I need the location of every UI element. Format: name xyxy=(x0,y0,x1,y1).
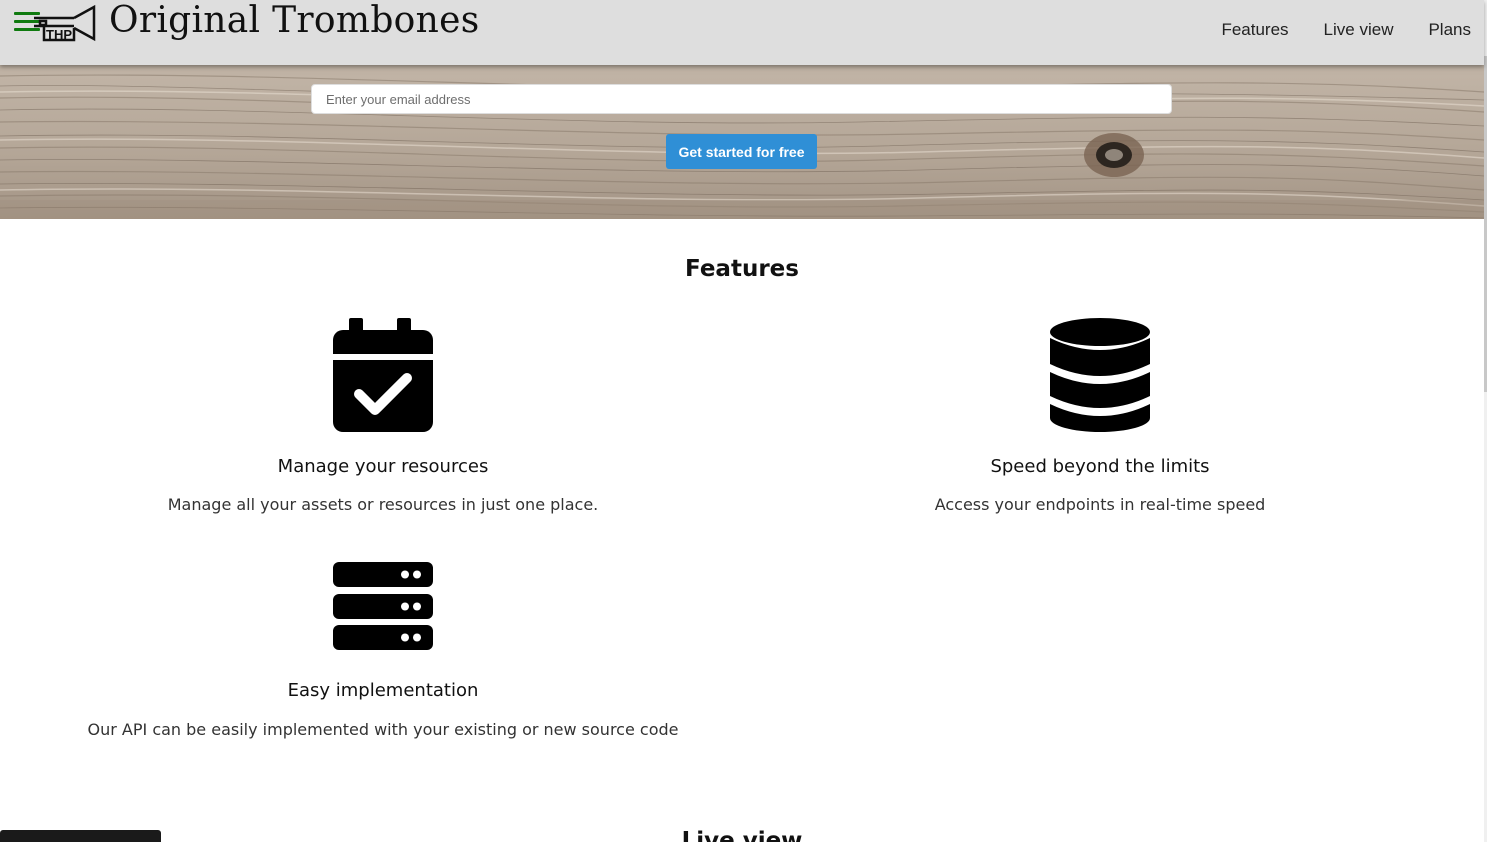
feature-title: Speed beyond the limits xyxy=(990,456,1210,477)
main-nav: Features Live view Plans xyxy=(1221,20,1471,40)
database-icon xyxy=(1050,318,1150,432)
live-view-heading: Live view xyxy=(681,828,803,842)
site-header: THP Original Trombones Features Live vie… xyxy=(0,0,1484,65)
feature-description: Access your endpoints in real-time speed xyxy=(934,495,1266,514)
feature-easy-implementation: Easy implementation Our API can be easil… xyxy=(83,562,683,742)
server-icon xyxy=(333,562,433,650)
nav-plans[interactable]: Plans xyxy=(1428,20,1471,40)
features-heading: Features xyxy=(685,256,799,282)
nav-live-view[interactable]: Live view xyxy=(1324,20,1394,40)
cookie-banner[interactable] xyxy=(0,830,161,842)
feature-title: Easy implementation xyxy=(287,680,479,701)
trumpet-logo-icon: THP xyxy=(34,4,96,42)
feature-manage-resources: Manage your resources Manage all your as… xyxy=(83,318,683,518)
brand-name[interactable]: Original Trombones xyxy=(109,0,480,41)
get-started-button[interactable]: Get started for free xyxy=(666,134,817,169)
feature-title: Manage your resources xyxy=(277,456,489,477)
email-input[interactable] xyxy=(311,84,1172,114)
svg-text:THP: THP xyxy=(46,27,72,42)
calendar-check-icon xyxy=(333,318,433,432)
nav-features[interactable]: Features xyxy=(1221,20,1288,40)
feature-speed: Speed beyond the limits Access your endp… xyxy=(800,318,1400,518)
feature-description: Manage all your assets or resources in j… xyxy=(167,495,599,514)
feature-description: Our API can be easily implemented with y… xyxy=(87,720,679,739)
